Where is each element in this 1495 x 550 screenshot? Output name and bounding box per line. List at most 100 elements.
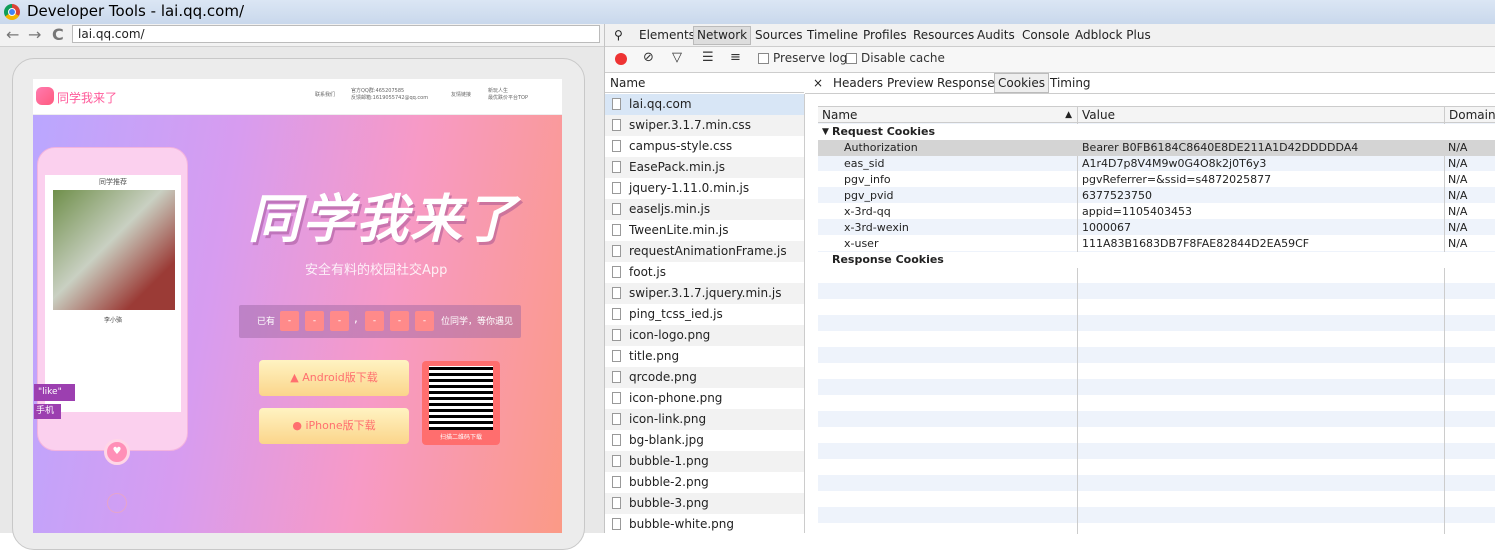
reload-icon[interactable]: C xyxy=(52,25,64,44)
request-row[interactable]: icon-logo.png xyxy=(605,325,804,346)
request-row[interactable]: title.png xyxy=(605,346,804,367)
record-icon[interactable] xyxy=(615,53,627,65)
request-name: bubble-white.png xyxy=(629,517,734,531)
window-title: Developer Tools - lai.qq.com/ xyxy=(27,2,245,20)
request-row[interactable]: foot.js xyxy=(605,262,804,283)
friend-link[interactable]: 友情链接 xyxy=(451,92,471,99)
brand-name[interactable]: 同学我来了 xyxy=(57,89,117,106)
counter-separator: , xyxy=(354,311,358,325)
request-name: swiper.3.1.7.jquery.min.js xyxy=(629,286,782,300)
list-view-icon[interactable]: ☰ xyxy=(702,50,714,65)
request-cookies-section[interactable]: ▼ Request Cookies xyxy=(818,124,1495,140)
tab-preview[interactable]: Preview xyxy=(887,76,934,90)
preserve-log-checkbox[interactable] xyxy=(758,53,769,64)
cookie-row[interactable]: pgv_info pgvReferrer=&ssid=s4872025877 N/A xyxy=(818,172,1495,188)
request-row[interactable]: requestAnimationFrame.js xyxy=(605,241,804,262)
response-cookies-section[interactable]: Response Cookies xyxy=(818,252,1495,268)
request-name: requestAnimationFrame.js xyxy=(629,244,787,258)
phone-screen: 同学推荐 李小骆 xyxy=(45,175,181,412)
request-row[interactable]: swiper.3.1.7.min.css xyxy=(605,115,804,136)
clear-icon[interactable]: ⊘ xyxy=(643,50,654,65)
tab-audits[interactable]: Audits xyxy=(977,28,1015,42)
collapse-triangle-icon: ▼ xyxy=(822,127,829,137)
tab-elements[interactable]: Elements xyxy=(639,28,695,42)
overview-icon[interactable]: ≡ xyxy=(730,50,741,65)
disable-cache-checkbox[interactable] xyxy=(846,53,857,64)
request-row[interactable]: bubble-2.png xyxy=(605,472,804,493)
phone-card-name: 李小骆 xyxy=(103,317,122,324)
filter-icon[interactable]: ▽ xyxy=(672,50,682,65)
request-row[interactable]: TweenLite.min.js xyxy=(605,220,804,241)
site-title: 同学我来了 xyxy=(248,190,519,250)
cookie-name: pgv_info xyxy=(844,173,891,186)
request-row[interactable]: lai.qq.com xyxy=(605,94,804,115)
request-row[interactable]: ping_tcss_ied.js xyxy=(605,304,804,325)
column-header-name[interactable]: Name ▲ xyxy=(818,107,1077,123)
file-icon xyxy=(612,98,621,110)
cookie-value: 111A83B1683DB7F8FAE82844D2EA59CF xyxy=(1082,237,1310,250)
android-download-button[interactable]: ▲ Android版下载 xyxy=(259,360,409,396)
apple-icon: ● xyxy=(292,419,306,432)
tab-sources[interactable]: Sources xyxy=(755,28,802,42)
file-icon xyxy=(612,392,621,404)
qr-code-image xyxy=(429,366,493,430)
request-row[interactable]: icon-link.png xyxy=(605,409,804,430)
file-icon xyxy=(612,413,621,425)
request-row[interactable]: bubble-white.png xyxy=(605,514,804,535)
tab-timeline[interactable]: Timeline xyxy=(807,28,858,42)
back-arrow-icon[interactable]: ← xyxy=(6,25,19,44)
network-toolbar: ⊘ ▽ ☰ ≡ Preserve log Disable cache xyxy=(605,47,1495,73)
site-header: 同学我来了 联系我们 官方QQ群:465207585 反馈邮箱:16190557… xyxy=(33,79,562,115)
close-icon[interactable]: × xyxy=(813,76,823,90)
cookies-table: Name ▲ Value Domain ▼ Request Cookies Re… xyxy=(818,106,1495,534)
request-name: icon-phone.png xyxy=(629,391,723,405)
tab-headers[interactable]: Headers xyxy=(833,76,883,90)
request-row[interactable]: swiper.3.1.7.jquery.min.js xyxy=(605,283,804,304)
tab-timing[interactable]: Timing xyxy=(1050,76,1091,90)
website-content: 同学我来了 联系我们 官方QQ群:465207585 反馈邮箱:16190557… xyxy=(33,79,562,533)
cookie-row[interactable]: x-3rd-qq appid=1105403453 N/A xyxy=(818,204,1495,220)
cookie-domain: N/A xyxy=(1448,157,1468,170)
request-row[interactable]: bubble-3.png xyxy=(605,493,804,514)
cookie-row[interactable]: eas_sid A1r4D7p8V4M9w0G4O8k2j0T6y3 N/A xyxy=(818,156,1495,172)
phone-screen-title: 同学推荐 xyxy=(99,178,127,186)
request-row[interactable]: EasePack.min.js xyxy=(605,157,804,178)
column-header-value[interactable]: Value xyxy=(1077,107,1444,123)
cookie-row[interactable]: x-user 111A83B1683DB7F8FAE82844D2EA59CF N/… xyxy=(818,236,1495,252)
search-icon[interactable]: ⚲ xyxy=(614,28,623,42)
forward-arrow-icon[interactable]: → xyxy=(28,25,41,44)
file-icon xyxy=(612,140,621,152)
tab-network[interactable]: Network xyxy=(693,26,752,45)
tab-resources[interactable]: Resources xyxy=(913,28,974,42)
iphone-download-button[interactable]: ● iPhone版下载 xyxy=(259,408,409,444)
tab-profiles[interactable]: Profiles xyxy=(863,28,907,42)
counter-digit: - xyxy=(280,311,299,331)
header-slogan1: 新玩人生 xyxy=(488,88,509,94)
request-row[interactable]: easeljs.min.js xyxy=(605,199,804,220)
tab-console[interactable]: Console xyxy=(1022,28,1070,42)
address-bar[interactable]: lai.qq.com/ xyxy=(72,25,600,43)
cookie-domain: N/A xyxy=(1448,205,1468,218)
request-list-header[interactable]: Name xyxy=(605,73,804,93)
cookie-row[interactable]: Authorization Bearer B0FB6184C8640E8DE211… xyxy=(818,140,1495,156)
request-row[interactable]: campus-style.css xyxy=(605,136,804,157)
tab-adblock-plus[interactable]: Adblock Plus xyxy=(1075,28,1151,42)
tab-response[interactable]: Response xyxy=(937,76,995,90)
qr-caption: 扫描二维码下载 xyxy=(439,434,482,441)
contact-link[interactable]: 联系我们 xyxy=(315,92,335,99)
brand-logo-icon[interactable] xyxy=(36,87,54,105)
counter-digit: - xyxy=(365,311,384,331)
request-row[interactable]: qrcode.png xyxy=(605,367,804,388)
request-name: swiper.3.1.7.min.css xyxy=(629,118,751,132)
request-name: title.png xyxy=(629,349,680,363)
request-row[interactable]: jquery-1.11.0.min.js xyxy=(605,178,804,199)
request-name: bubble-2.png xyxy=(629,475,709,489)
cookie-row[interactable]: pgv_pvid 6377523750 N/A xyxy=(818,188,1495,204)
request-name: bg-blank.jpg xyxy=(629,433,704,447)
request-row[interactable]: bg-blank.jpg xyxy=(605,430,804,451)
cookie-row[interactable]: x-3rd-wexin 1000067 N/A xyxy=(818,220,1495,236)
request-row[interactable]: icon-phone.png xyxy=(605,388,804,409)
column-header-domain[interactable]: Domain xyxy=(1444,107,1495,123)
request-row[interactable]: bubble-1.png xyxy=(605,451,804,472)
tab-cookies[interactable]: Cookies xyxy=(994,73,1049,93)
